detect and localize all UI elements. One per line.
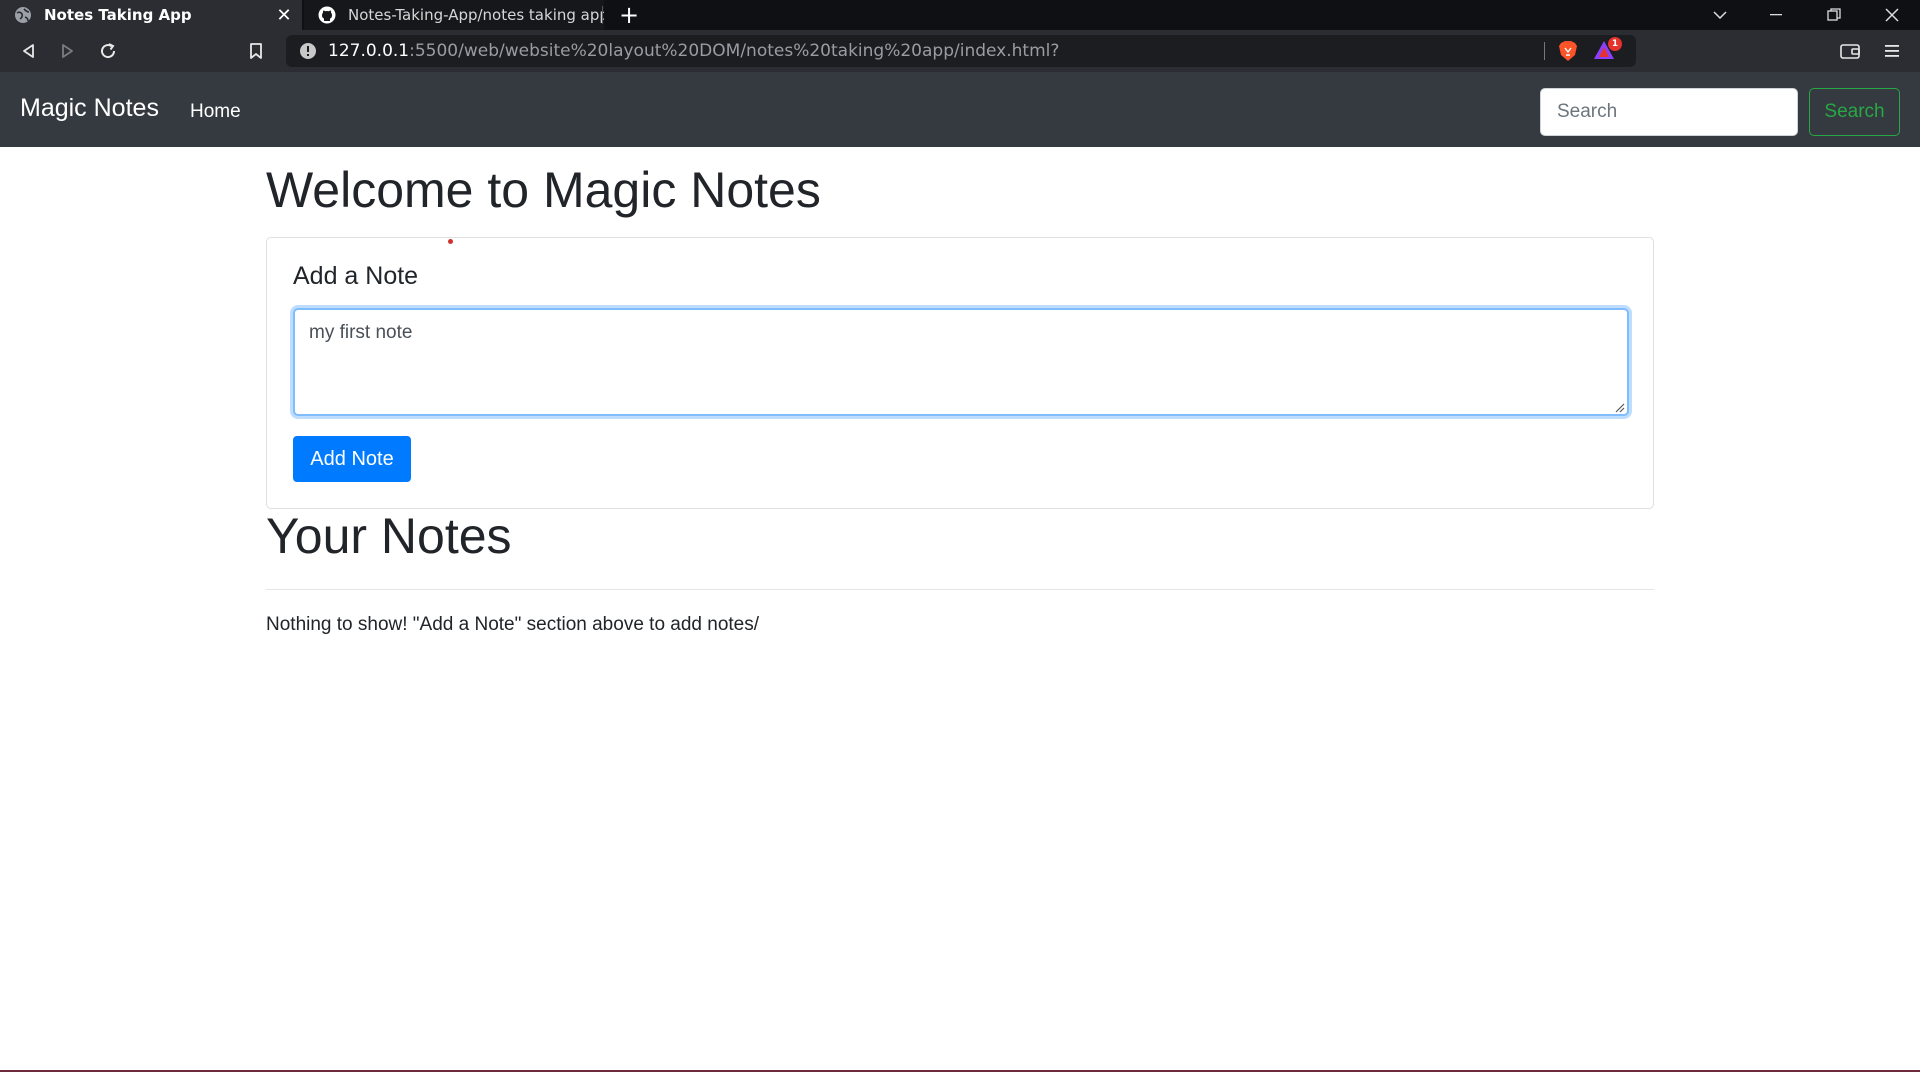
close-window-icon[interactable] [1872, 0, 1912, 30]
cursor-dot [448, 239, 453, 244]
github-icon [318, 6, 336, 24]
nav-link-home[interactable]: Home [190, 101, 241, 123]
tab-list-chevron-icon[interactable] [1700, 0, 1740, 30]
navbar-brand[interactable]: Magic Notes [20, 94, 159, 123]
tab-notes-taking-app[interactable]: Notes Taking App ✕ [0, 0, 302, 30]
page-title: Welcome to Magic Notes [266, 162, 821, 218]
restore-icon[interactable] [1814, 0, 1854, 30]
tab-divider [602, 6, 603, 24]
url-text: 127.0.0.1:5500/web/website%20layout%20DO… [328, 41, 1059, 61]
brave-shields-icon[interactable] [1556, 39, 1580, 63]
divider [266, 589, 1654, 590]
reload-icon[interactable] [90, 30, 126, 72]
close-tab-icon[interactable]: ✕ [274, 5, 294, 26]
resize-grip-icon[interactable] [1613, 401, 1625, 413]
new-tab-icon[interactable]: + [614, 0, 644, 30]
rewards-badge: 1 [1608, 37, 1622, 51]
navbar: Magic Notes Home Search [0, 72, 1920, 147]
minimize-icon[interactable] [1756, 0, 1796, 30]
back-icon[interactable] [10, 30, 46, 72]
page-viewport: Magic Notes Home Search Welcome to Magic… [0, 72, 1920, 1072]
wallet-icon[interactable] [1832, 30, 1868, 72]
forward-icon[interactable] [50, 30, 86, 72]
tab-github-repo[interactable]: Notes-Taking-App/notes taking app/js [304, 0, 604, 30]
globe-icon [14, 6, 32, 24]
url-separator [1544, 42, 1545, 60]
menu-icon[interactable] [1874, 30, 1910, 72]
site-info-icon[interactable] [298, 41, 318, 61]
search-button[interactable]: Search [1809, 88, 1900, 136]
your-notes-heading: Your Notes [266, 508, 512, 564]
brave-rewards-icon[interactable]: 1 [1592, 37, 1622, 63]
url-host: 127.0.0.1 [328, 41, 410, 61]
bookmark-icon[interactable] [238, 30, 274, 72]
add-note-button[interactable]: Add Note [293, 436, 411, 482]
browser-tab-bar: Notes Taking App ✕ Notes-Taking-App/note… [0, 0, 1920, 30]
tab-title: Notes Taking App [44, 6, 192, 24]
tab-title: Notes-Taking-App/notes taking app/js [348, 6, 604, 24]
browser-toolbar: 127.0.0.1:5500/web/website%20layout%20DO… [0, 30, 1920, 72]
search-input[interactable] [1540, 88, 1798, 136]
address-bar[interactable]: 127.0.0.1:5500/web/website%20layout%20DO… [286, 35, 1636, 67]
empty-notes-message: Nothing to show! "Add a Note" section ab… [266, 614, 760, 635]
url-path: :5500/web/website%20layout%20DOM/notes%2… [409, 41, 1060, 61]
add-note-card: Add a Note my first note Add Note [266, 237, 1654, 509]
note-textarea[interactable]: my first note [293, 308, 1629, 416]
card-title: Add a Note [293, 262, 419, 290]
